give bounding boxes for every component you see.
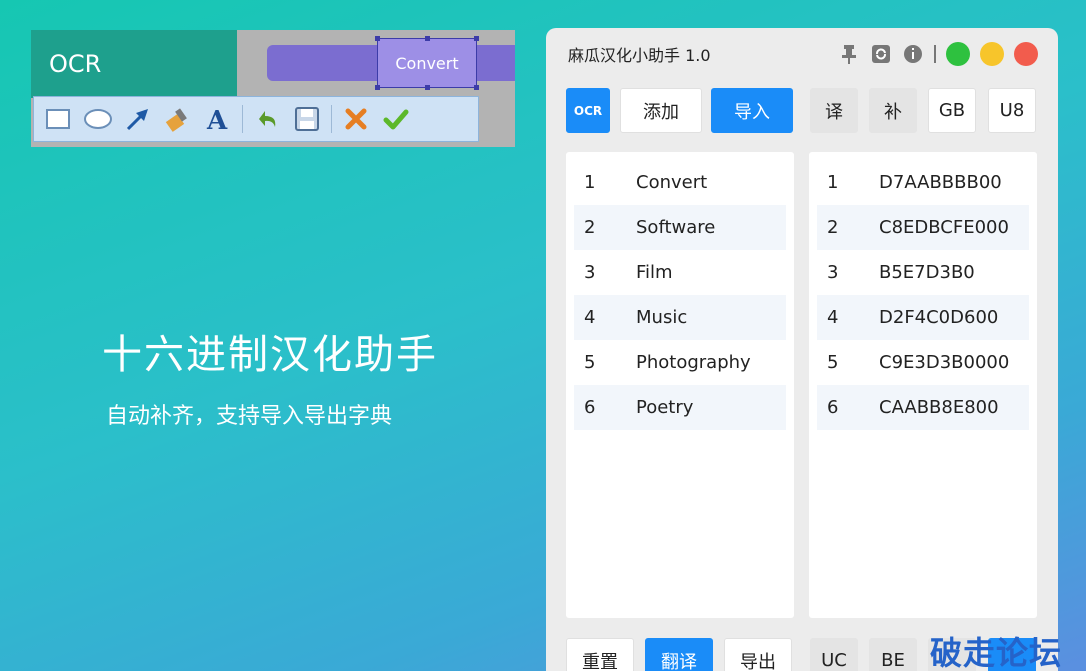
- toolbar-divider: [242, 105, 243, 133]
- ocr-button[interactable]: OCR: [566, 88, 610, 133]
- undo-icon[interactable]: [249, 101, 285, 137]
- title-bar-controls: [838, 42, 1038, 66]
- fill-button[interactable]: 补: [869, 88, 917, 133]
- brush-tool-icon[interactable]: [160, 101, 196, 137]
- resize-handle[interactable]: [375, 85, 380, 90]
- hex-output-list[interactable]: 1 D7AABBBB00 2 C8EDBCFE000 3 B5E7D3B0 4 D2F4…: [809, 152, 1037, 618]
- ellipse-tool-icon[interactable]: [80, 101, 116, 137]
- convert-label: Convert: [395, 53, 459, 73]
- drawing-toolbar: A: [33, 96, 479, 142]
- source-text-list[interactable]: 1 Convert 2 Software 3 Film 4 Music 5 Photogr…: [566, 152, 794, 618]
- list-item[interactable]: 4 Music: [574, 295, 786, 340]
- hero-subtitle: 自动补齐，支持导入导出字典: [106, 404, 393, 429]
- import-button[interactable]: 导入: [711, 88, 793, 133]
- list-item[interactable]: 4 D2F4C0D600: [817, 295, 1029, 340]
- close-button[interactable]: [1014, 42, 1038, 66]
- hero-title: 十六进制汉化助手: [102, 332, 438, 378]
- list-item[interactable]: 6 Poetry: [574, 385, 786, 430]
- be-button[interactable]: BE: [869, 638, 917, 671]
- u8-encoding-button[interactable]: U8: [988, 88, 1036, 133]
- window-title: 麻瓜汉化小助手 1.0: [568, 46, 711, 65]
- toolbar-divider: [331, 105, 332, 133]
- list-item[interactable]: 3 Film: [574, 250, 786, 295]
- svg-text:A: A: [206, 106, 228, 133]
- list-item[interactable]: 1 D7AABBBB00: [817, 160, 1029, 205]
- pin-icon[interactable]: [838, 43, 860, 65]
- uc-button[interactable]: UC: [810, 638, 858, 671]
- list-item[interactable]: 5 C9E3D3B0000: [817, 340, 1029, 385]
- list-item[interactable]: 1 Convert: [574, 160, 786, 205]
- save-icon[interactable]: [289, 101, 325, 137]
- convert-selection[interactable]: Convert: [375, 36, 479, 90]
- export-button[interactable]: 导出: [724, 638, 792, 671]
- resize-handle[interactable]: [425, 36, 430, 41]
- list-item[interactable]: 2 C8EDBCFE000: [817, 205, 1029, 250]
- add-button[interactable]: 添加: [620, 88, 702, 133]
- watermark-logo: 破走论坛: [930, 634, 1063, 671]
- cancel-icon[interactable]: [338, 101, 374, 137]
- ocr-label: OCR: [31, 30, 237, 98]
- info-icon[interactable]: [902, 43, 924, 65]
- arrow-tool-icon[interactable]: [120, 101, 156, 137]
- resize-handle[interactable]: [474, 85, 479, 90]
- title-divider: [934, 45, 936, 63]
- resize-handle[interactable]: [375, 36, 380, 41]
- rectangle-tool-icon[interactable]: [40, 101, 76, 137]
- translate-button[interactable]: 翻译: [645, 638, 713, 671]
- app-window: 麻瓜汉化小助手 1.0 OCR 添加 导入 译 补 GB U8 1 Convert…: [546, 28, 1058, 671]
- ocr-preview-panel: OCR Convert A: [31, 30, 515, 147]
- list-item[interactable]: 5 Photography: [574, 340, 786, 385]
- reset-button[interactable]: 重置: [566, 638, 634, 671]
- refresh-icon[interactable]: [870, 43, 892, 65]
- translate-char-button[interactable]: 译: [810, 88, 858, 133]
- resize-handle[interactable]: [474, 36, 479, 41]
- maximize-button[interactable]: [946, 42, 970, 66]
- text-tool-icon[interactable]: A: [200, 101, 236, 137]
- confirm-icon[interactable]: [378, 101, 414, 137]
- minimize-button[interactable]: [980, 42, 1004, 66]
- list-item[interactable]: 2 Software: [574, 205, 786, 250]
- list-item[interactable]: 3 B5E7D3B0: [817, 250, 1029, 295]
- resize-handle[interactable]: [425, 85, 430, 90]
- gb-encoding-button[interactable]: GB: [928, 88, 976, 133]
- list-item[interactable]: 6 CAABB8E800: [817, 385, 1029, 430]
